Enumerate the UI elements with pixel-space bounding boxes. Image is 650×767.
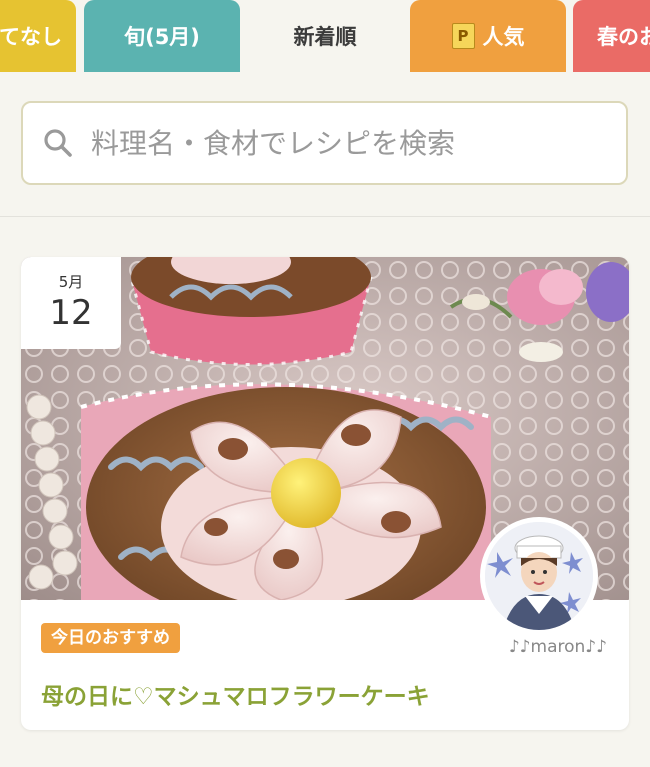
tab-label: 旬(5月) bbox=[124, 25, 200, 49]
recipe-card[interactable]: 5月 12 ♪♪maron♪♪ 今日のおすすめ 母の日に♡マシュマロフラワーケー… bbox=[21, 257, 629, 730]
tab-label: 人気 bbox=[482, 25, 525, 49]
tab-omotenashi[interactable]: てなし bbox=[0, 0, 76, 72]
tab-label: 新着順 bbox=[293, 25, 357, 49]
tab-newest[interactable]: 新着順 bbox=[248, 0, 402, 72]
date-badge: 5月 12 bbox=[21, 257, 121, 349]
author-avatar[interactable] bbox=[480, 517, 598, 635]
date-day: 12 bbox=[49, 293, 93, 333]
tab-spring[interactable]: 春のお bbox=[573, 0, 650, 72]
tab-label: 春のお bbox=[597, 25, 650, 49]
search-input[interactable] bbox=[89, 125, 593, 161]
todays-pick-badge: 今日のおすすめ bbox=[41, 623, 180, 653]
date-month: 5月 bbox=[58, 273, 84, 291]
tab-label: てなし bbox=[0, 25, 62, 49]
recipe-title[interactable]: 母の日に♡マシュマロフラワーケーキ bbox=[41, 677, 430, 711]
author-name[interactable]: ♪♪maron♪♪ bbox=[509, 637, 607, 657]
tab-seasonal-may[interactable]: 旬(5月) bbox=[84, 0, 240, 72]
premium-p-icon: P bbox=[451, 23, 475, 49]
search-section bbox=[0, 74, 650, 217]
tab-popular[interactable]: P 人気 bbox=[410, 0, 566, 72]
category-tabs: てなし 旬(5月) 新着順 P 人気 春のお bbox=[0, 0, 650, 74]
search-icon bbox=[43, 128, 73, 158]
search-box[interactable] bbox=[21, 101, 628, 185]
